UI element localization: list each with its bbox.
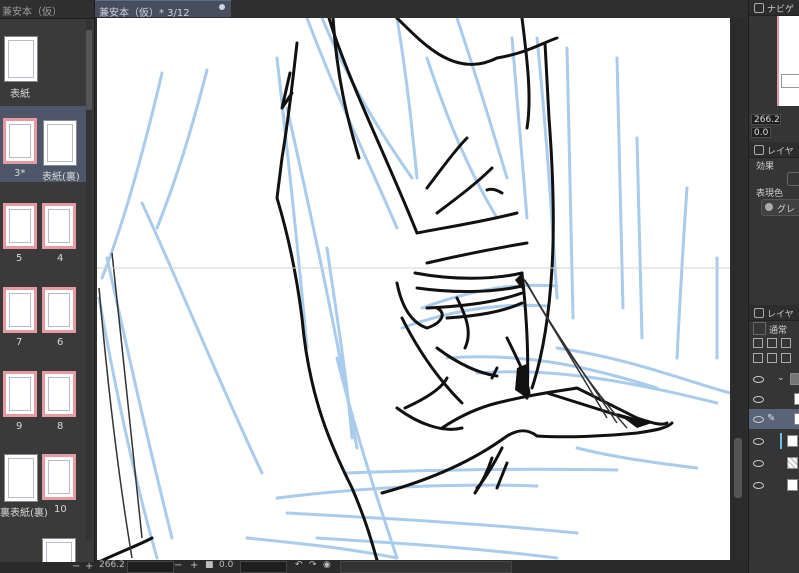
layer-property-icon	[754, 145, 764, 155]
navigator-zoom-field[interactable]: 266.2	[751, 114, 781, 125]
page-label: 裏表紙(裏)	[0, 508, 48, 519]
paper-thumbnail	[787, 479, 798, 491]
page-thumb-cover-back[interactable]	[43, 120, 77, 166]
page-label: 5	[16, 253, 23, 264]
rotate-right-icon[interactable]: ↷	[309, 560, 317, 570]
page-manager-title: 兼安本（仮）	[2, 7, 62, 18]
layer-toolbar-row2[interactable]	[753, 353, 799, 363]
zoom-slider[interactable]	[127, 561, 174, 573]
folder-icon	[790, 373, 799, 385]
effect-label: 効果	[756, 162, 775, 172]
page-thumb-back-cover-back[interactable]	[4, 454, 38, 502]
layer-row-paper[interactable]	[749, 475, 799, 495]
page-thumb-4[interactable]	[42, 203, 76, 249]
page-thumb-10[interactable]	[42, 454, 76, 500]
navigator-preview[interactable]	[777, 16, 799, 106]
navigator-rotation-field[interactable]: 0.0	[751, 127, 771, 138]
visibility-eye-icon[interactable]	[753, 376, 764, 383]
layer-color-swatch[interactable]	[753, 322, 766, 335]
effect-button[interactable]	[787, 172, 799, 186]
ink-lines	[99, 18, 674, 560]
page-label: 表紙	[10, 89, 30, 100]
layer-icon	[754, 308, 764, 318]
layer-color-bar	[780, 433, 782, 449]
rotation-value: 0.0	[219, 560, 234, 570]
page-label: 9	[16, 421, 23, 432]
zoom-out-icon[interactable]: −	[72, 561, 80, 572]
layer-thumbnail	[794, 413, 799, 425]
page-thumb-7[interactable]	[3, 287, 37, 333]
layer-row[interactable]	[749, 389, 799, 409]
rotation-slider[interactable]	[240, 561, 287, 573]
page-label: 8	[57, 421, 64, 432]
page-label: 10	[54, 504, 67, 515]
zoom-in-icon[interactable]: +	[85, 561, 93, 572]
page-thumb-6[interactable]	[42, 287, 76, 333]
visibility-eye-icon[interactable]	[753, 416, 764, 423]
drawing-canvas[interactable]	[97, 18, 730, 560]
page-label: 7	[16, 337, 23, 348]
page-label: 3*	[14, 168, 26, 179]
expression-color-label: 表現色	[756, 189, 784, 199]
fit-icon[interactable]: ■	[205, 560, 214, 570]
pen-icon: ✎	[767, 413, 776, 424]
layer-toolbar-row1[interactable]	[753, 338, 799, 348]
page-manager-panel: 兼安本（仮） 表紙 3* 表紙(裏) 5 4 7 6 9 8 裏表紙(裏) 10	[0, 0, 95, 562]
zoom-out-icon[interactable]: −	[174, 560, 182, 571]
expression-color-select[interactable]: グレ	[761, 199, 799, 216]
rough-sketch-lines	[97, 18, 730, 560]
rotate-left-icon[interactable]: ↶	[295, 560, 303, 570]
visibility-eye-icon[interactable]	[753, 460, 764, 467]
navigator-tab[interactable]: ナビゲ	[749, 0, 799, 16]
layer-thumbnail	[787, 457, 798, 469]
close-tab-icon[interactable]	[219, 4, 225, 10]
layer-row-selected[interactable]: ✎	[749, 409, 799, 429]
layer-row-folder[interactable]: ⌄	[749, 369, 799, 389]
page-thumb-9[interactable]	[3, 371, 37, 417]
reset-rotation-icon[interactable]: ◉	[323, 560, 331, 570]
visibility-eye-icon[interactable]	[753, 438, 764, 445]
tab-bar	[231, 0, 748, 17]
zoom-in-icon[interactable]: +	[190, 560, 198, 571]
page-manager-scrollbar[interactable]	[86, 20, 92, 540]
sketch-drawing	[97, 18, 730, 560]
navigator-icon	[754, 3, 764, 13]
layer-thumbnail	[787, 435, 798, 447]
document-tab[interactable]: 兼安本（仮）* 3/12	[95, 0, 231, 19]
gray-color-icon	[765, 203, 773, 211]
page-label: 4	[57, 253, 64, 264]
layer-property-tab[interactable]: レイヤ	[749, 142, 799, 158]
blend-mode-select[interactable]: 通常	[769, 323, 787, 336]
layer-tab[interactable]: レイヤ	[749, 305, 799, 321]
horizontal-scrollbar[interactable]	[340, 561, 512, 573]
layer-row[interactable]	[749, 453, 799, 473]
page-thumb-5[interactable]	[3, 203, 37, 249]
page-thumb-3[interactable]	[3, 118, 37, 164]
layer-thumbnail	[794, 393, 799, 405]
visibility-eye-icon[interactable]	[753, 396, 764, 403]
page-label: 6	[57, 337, 64, 348]
folder-expand-icon[interactable]: ⌄	[777, 373, 785, 383]
page-manager-header: 兼安本（仮）	[0, 0, 94, 19]
page-label: 表紙(裏)	[42, 172, 80, 183]
zoom-value: 266.2	[99, 560, 125, 570]
layer-row[interactable]	[749, 431, 799, 451]
canvas-status-bar: 266.2 − + ■ 0.0 ↶ ↷ ◉	[95, 560, 748, 573]
visibility-eye-icon[interactable]	[753, 482, 764, 489]
canvas-vertical-scrollbar[interactable]	[731, 18, 745, 562]
page-thumb-8[interactable]	[42, 371, 76, 417]
page-thumb-cover[interactable]	[4, 36, 38, 82]
page-thumb-next[interactable]	[42, 538, 76, 562]
page-manager-footer: − +	[0, 561, 94, 573]
right-panel: ナビゲ 266.2 0.0 レイヤ 効果 表現色 グレ レイヤ 通常 ⌄ ✎	[748, 0, 799, 573]
